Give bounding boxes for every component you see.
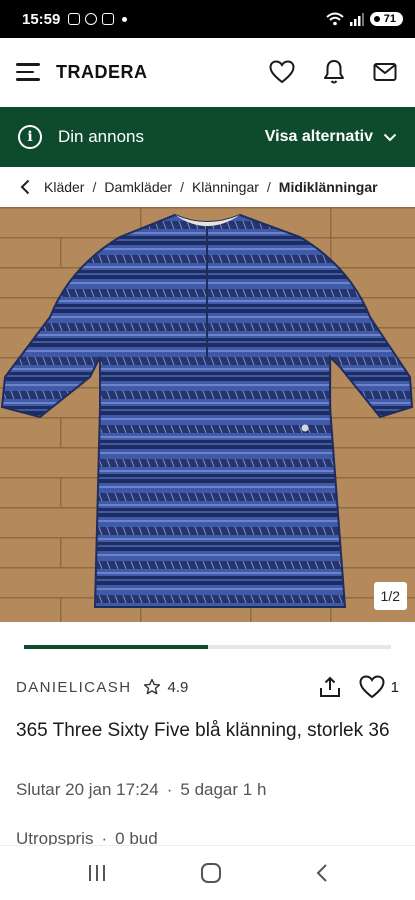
like-button[interactable]: 1: [359, 675, 399, 699]
status-time: 15:59: [22, 10, 61, 28]
listing-owner-banner: i Din annons Visa alternativ: [0, 107, 415, 167]
info-icon: i: [18, 125, 42, 149]
rating-value: 4.9: [167, 678, 189, 696]
breadcrumb-separator: /: [266, 179, 271, 195]
more-notifications-icon: [122, 16, 128, 22]
separator-dot: ·: [166, 780, 173, 799]
heart-icon: [359, 675, 385, 699]
home-icon[interactable]: [200, 862, 222, 884]
gallery-progress-fill: [24, 645, 208, 649]
battery-indicator: 71: [369, 12, 403, 26]
show-options-label: Visa alternativ: [264, 128, 373, 145]
recent-apps-icon[interactable]: [87, 864, 107, 882]
like-count: 1: [390, 678, 399, 696]
wifi-icon: [326, 12, 344, 26]
dress-photo: [0, 207, 415, 622]
listing-title: 365 Three Sixty Five blå klänning, storl…: [16, 720, 390, 741]
banner-title: Din annons: [58, 127, 145, 146]
status-bar: 15:59 71: [0, 0, 415, 38]
seller-row: DANIELICASH 4.9 1: [16, 672, 399, 702]
seller-name[interactable]: DANIELICASH: [16, 679, 131, 696]
share-icon[interactable]: [319, 676, 341, 698]
signal-icon: [349, 12, 364, 26]
back-chevron-icon[interactable]: [20, 179, 30, 195]
facebook-icon: [85, 13, 98, 25]
star-icon: [144, 678, 161, 695]
product-image[interactable]: 1/2: [0, 207, 415, 622]
menu-icon[interactable]: [16, 63, 40, 81]
breadcrumb-item-klanningar[interactable]: Klänningar: [192, 179, 259, 195]
messages-envelope-icon[interactable]: [373, 62, 397, 82]
app-header: TRADERA: [0, 38, 415, 106]
tradera-logo[interactable]: TRADERA: [56, 62, 148, 83]
screenshot-icon: [68, 13, 81, 25]
end-date: Slutar 20 jan 17:24: [16, 780, 159, 799]
breadcrumb: Kläder / Damkläder / Klänningar / Midikl…: [0, 167, 415, 207]
back-icon[interactable]: [315, 863, 329, 883]
breadcrumb-separator: /: [92, 179, 97, 195]
notifications-bell-icon[interactable]: [323, 59, 345, 85]
show-options-button[interactable]: Visa alternativ: [265, 128, 397, 146]
chevron-down-icon: [383, 133, 397, 141]
notification-icons: [68, 13, 115, 25]
listing-end-time: Slutar 20 jan 17:24 · 5 dagar 1 h: [16, 780, 266, 800]
gallery-progress-bar: [24, 645, 391, 649]
system-navigation-bar: [0, 845, 415, 900]
breadcrumb-item-current[interactable]: Midiklänningar: [279, 179, 378, 195]
seller-rating: 4.9: [143, 678, 188, 696]
breadcrumb-separator: /: [180, 179, 184, 195]
breadcrumb-item-damklader[interactable]: Damkläder: [104, 179, 172, 195]
breadcrumb-item-klader[interactable]: Kläder: [44, 179, 84, 195]
favorites-heart-icon[interactable]: [269, 60, 295, 84]
image-counter: 1/2: [373, 582, 407, 610]
time-remaining: 5 dagar 1 h: [180, 780, 267, 799]
app-icon: [102, 13, 115, 25]
